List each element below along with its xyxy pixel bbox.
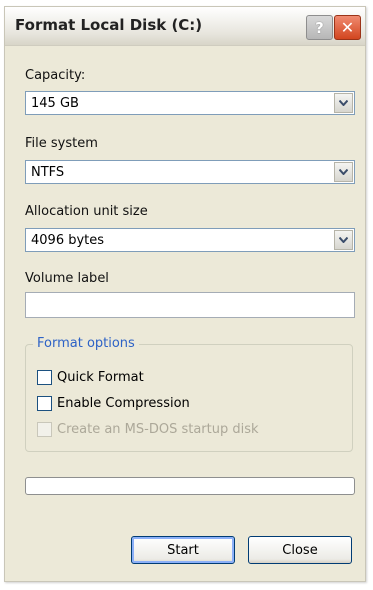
close-button[interactable]: Close	[248, 536, 352, 564]
capacity-value: 145 GB	[31, 96, 79, 111]
title-bar[interactable]: Format Local Disk (C:) ? ✕	[5, 7, 365, 46]
quick-format-option[interactable]: Quick Format	[37, 368, 144, 386]
file-system-value: NTFS	[31, 165, 65, 180]
question-mark-icon: ?	[315, 18, 324, 37]
msdos-startup-label: Create an MS-DOS startup disk	[57, 421, 259, 437]
volume-label-input[interactable]	[25, 292, 355, 318]
chevron-down-icon[interactable]	[334, 162, 353, 182]
quick-format-label: Quick Format	[57, 369, 144, 385]
format-progress-bar	[25, 477, 355, 495]
format-options-title: Format options	[33, 336, 139, 351]
file-system-label: File system	[25, 136, 98, 151]
volume-label-label: Volume label	[25, 271, 109, 286]
enable-compression-label: Enable Compression	[57, 395, 190, 411]
dialog-title: Format Local Disk (C:)	[15, 16, 203, 34]
msdos-startup-checkbox	[37, 421, 52, 437]
close-icon: ✕	[340, 18, 355, 37]
allocation-unit-select[interactable]: 4096 bytes	[25, 228, 355, 252]
capacity-select[interactable]: 145 GB	[25, 91, 355, 115]
start-button[interactable]: Start	[131, 536, 235, 564]
enable-compression-option[interactable]: Enable Compression	[37, 394, 190, 412]
capacity-label: Capacity:	[25, 68, 86, 83]
quick-format-checkbox[interactable]	[37, 369, 52, 385]
enable-compression-checkbox[interactable]	[37, 395, 52, 411]
chevron-down-icon[interactable]	[334, 230, 353, 250]
allocation-unit-value: 4096 bytes	[31, 233, 105, 248]
file-system-select[interactable]: NTFS	[25, 160, 355, 184]
allocation-unit-label: Allocation unit size	[25, 204, 148, 219]
help-button[interactable]: ?	[306, 15, 333, 40]
chevron-down-icon[interactable]	[334, 93, 353, 113]
close-window-button[interactable]: ✕	[334, 15, 361, 40]
msdos-startup-option: Create an MS-DOS startup disk	[37, 420, 259, 438]
format-dialog: Format Local Disk (C:) ? ✕ Capacity: 145…	[4, 6, 366, 582]
